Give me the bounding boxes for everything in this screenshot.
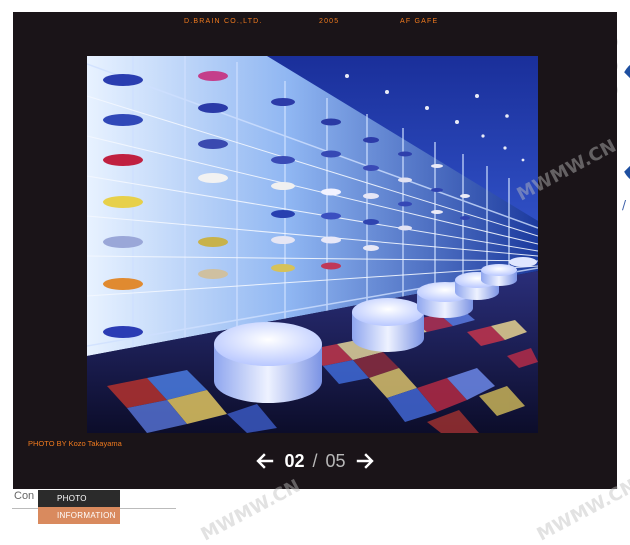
project-name: AF GAFE [400, 18, 439, 25]
background-content-label: Con [14, 490, 35, 502]
arrow-right-icon[interactable] [354, 450, 376, 472]
background-fragment: / [621, 198, 626, 212]
lightbox-header: D.BRAIN CO.,LTD. 2005 AF GAFE [13, 18, 617, 32]
total-page-count: 05 [325, 450, 346, 471]
photo-pager: 02 / 05 [13, 450, 617, 477]
company-name: D.BRAIN CO.,LTD. [184, 18, 263, 25]
photo-lightbox: D.BRAIN CO.,LTD. 2005 AF GAFE PHOTO BY K… [13, 12, 617, 489]
tab-photo[interactable]: PHOTO [38, 490, 120, 507]
current-page-number: 02 [284, 450, 305, 471]
page-separator: / [312, 450, 318, 471]
tab-information[interactable]: INFORMATION [38, 507, 120, 524]
project-photo [87, 56, 538, 433]
arrow-left-icon[interactable] [254, 450, 276, 472]
project-photo-illustration [87, 56, 538, 433]
project-year: 2005 [319, 18, 340, 25]
photo-credit: PHOTO BY Kozo Takayama [28, 439, 122, 448]
